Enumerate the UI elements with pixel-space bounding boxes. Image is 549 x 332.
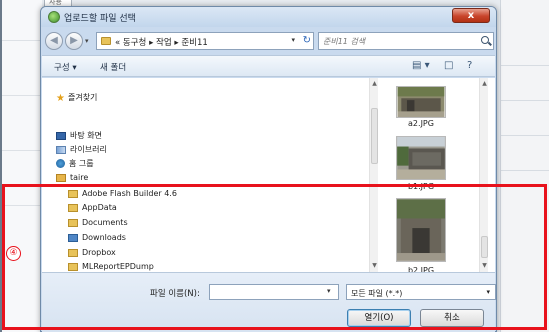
desktop-icon	[56, 131, 66, 140]
dialog-footer: 파일 이름(N): ▾ 모든 파일 (*.*) ▾ 열기(O) 취소	[42, 272, 496, 332]
nav-item-label: 바탕 화면	[70, 131, 102, 140]
file-thumbnail[interactable]	[396, 136, 446, 180]
file-scrollbar[interactable]: ▲ ▼	[479, 78, 488, 272]
nav-item-label: Documents	[82, 218, 128, 227]
close-button[interactable]: x	[452, 8, 490, 23]
nav-item-label: taire	[70, 173, 89, 182]
nav-item-homegroup[interactable]: 홈 그룹	[56, 158, 94, 169]
refresh-icon[interactable]: ↻	[303, 35, 311, 46]
file-list-pane: a2.JPG b1.JPG b2.JPG ▲ ▼	[378, 78, 488, 275]
scroll-down-icon[interactable]: ▼	[481, 262, 488, 269]
file-name[interactable]: a2.JPG	[396, 119, 446, 128]
back-button[interactable]: ◀	[45, 32, 63, 50]
scroll-up-icon[interactable]: ▲	[481, 80, 488, 87]
nav-item-taire[interactable]: taire	[56, 173, 88, 182]
forward-button[interactable]: ▶	[65, 32, 83, 50]
help-icon[interactable]: ?	[467, 60, 472, 71]
nav-item-label: Dropbox	[82, 248, 116, 257]
background-right-panel	[500, 0, 549, 332]
file-name[interactable]: b1.JPG	[396, 182, 446, 191]
history-dropdown-icon[interactable]: ▾	[85, 36, 93, 46]
library-icon	[56, 145, 66, 154]
content-area: ★ 즐겨찾기 바탕 화면 라이브러리 홈 그룹 taire Adobe Flash…	[42, 78, 495, 275]
nav-item-label: Downloads	[82, 233, 126, 242]
file-thumbnail[interactable]	[396, 198, 446, 262]
new-folder-button[interactable]: 새 폴더	[100, 61, 126, 73]
nav-item-label: 홈 그룹	[69, 159, 94, 168]
chevron-down-icon: ▾	[486, 288, 490, 296]
nav-item-label: AppData	[82, 203, 117, 212]
address-dropdown-icon[interactable]: ▾	[291, 36, 295, 44]
file-open-dialog: 업로드할 파일 선택 x ◀ ▶ ▾ « 동구청 ▸ 작업 ▸ 준비11 ▾ ↻…	[40, 6, 497, 332]
organize-menu[interactable]: 구성 ▾	[54, 61, 77, 73]
filename-input[interactable]	[209, 284, 339, 300]
file-type-select[interactable]: 모든 파일 (*.*) ▾	[346, 284, 496, 300]
toolbar: 구성 ▾ 새 폴더 ▤ ▾ □ ?	[42, 55, 495, 77]
dialog-titlebar[interactable]: 업로드할 파일 선택 x	[41, 7, 496, 27]
download-folder-icon	[68, 233, 78, 242]
nav-item-folder[interactable]: AppData	[68, 203, 117, 212]
address-bar[interactable]: « 동구청 ▸ 작업 ▸ 준비11 ▾ ↻	[96, 32, 314, 50]
scroll-down-icon[interactable]: ▼	[371, 262, 378, 269]
address-path[interactable]: « 동구청 ▸ 작업 ▸ 준비11	[115, 36, 208, 48]
filename-label: 파일 이름(N):	[150, 289, 200, 299]
file-type-value: 모든 파일 (*.*)	[351, 289, 403, 298]
address-row: ◀ ▶ ▾ « 동구청 ▸ 작업 ▸ 준비11 ▾ ↻	[45, 31, 494, 51]
background-left-strip	[2, 0, 42, 332]
folder-icon	[68, 203, 78, 212]
nav-item-folder[interactable]: Dropbox	[68, 248, 116, 257]
nav-item-label: MLReportEPDump	[82, 262, 154, 271]
folder-icon	[68, 218, 78, 227]
file-thumbnail[interactable]	[396, 86, 446, 118]
dialog-title: 업로드할 파일 선택	[64, 14, 136, 24]
search-input[interactable]	[323, 35, 463, 47]
nav-item-label: 라이브러리	[70, 145, 107, 154]
nav-item-folder[interactable]: Adobe Flash Builder 4.6	[68, 189, 177, 198]
nav-item-folder[interactable]: Documents	[68, 218, 128, 227]
forward-arrow-icon: ▶	[70, 35, 78, 46]
nav-item-favorites[interactable]: ★ 즐겨찾기	[56, 92, 97, 104]
user-folder-icon	[56, 173, 66, 182]
homegroup-icon	[56, 159, 65, 168]
nav-scroll-thumb[interactable]	[371, 108, 378, 164]
search-icon[interactable]	[481, 36, 489, 44]
scroll-up-icon[interactable]: ▲	[371, 80, 378, 87]
cancel-button[interactable]: 취소	[420, 309, 484, 327]
open-button[interactable]: 열기(O)	[347, 309, 411, 327]
folder-icon	[68, 262, 78, 271]
nav-item-label: 즐겨찾기	[67, 93, 98, 102]
view-options-icon[interactable]: ▤ ▾	[412, 60, 430, 71]
preview-pane-icon[interactable]: □	[444, 60, 453, 71]
nav-item-folder[interactable]: Downloads	[68, 233, 126, 242]
browser-icon	[48, 11, 60, 23]
folder-icon	[101, 37, 111, 45]
file-scroll-thumb[interactable]	[481, 236, 488, 258]
nav-scrollbar[interactable]: ▲ ▼	[369, 78, 378, 272]
nav-item-folder[interactable]: MLReportEPDump	[68, 262, 154, 271]
nav-item-label: Adobe Flash Builder 4.6	[82, 189, 177, 198]
search-box[interactable]	[318, 32, 494, 50]
navigation-pane[interactable]: ★ 즐겨찾기 바탕 화면 라이브러리 홈 그룹 taire Adobe Flash…	[42, 78, 369, 272]
nav-item-library[interactable]: 라이브러리	[56, 144, 107, 155]
folder-icon	[68, 189, 78, 198]
star-icon: ★	[56, 93, 65, 104]
back-arrow-icon: ◀	[50, 35, 58, 46]
folder-icon	[68, 248, 78, 257]
annotation-number: ④	[6, 246, 21, 261]
filename-dropdown-icon[interactable]: ▾	[327, 287, 331, 295]
nav-item-desktop[interactable]: 바탕 화면	[56, 130, 102, 141]
